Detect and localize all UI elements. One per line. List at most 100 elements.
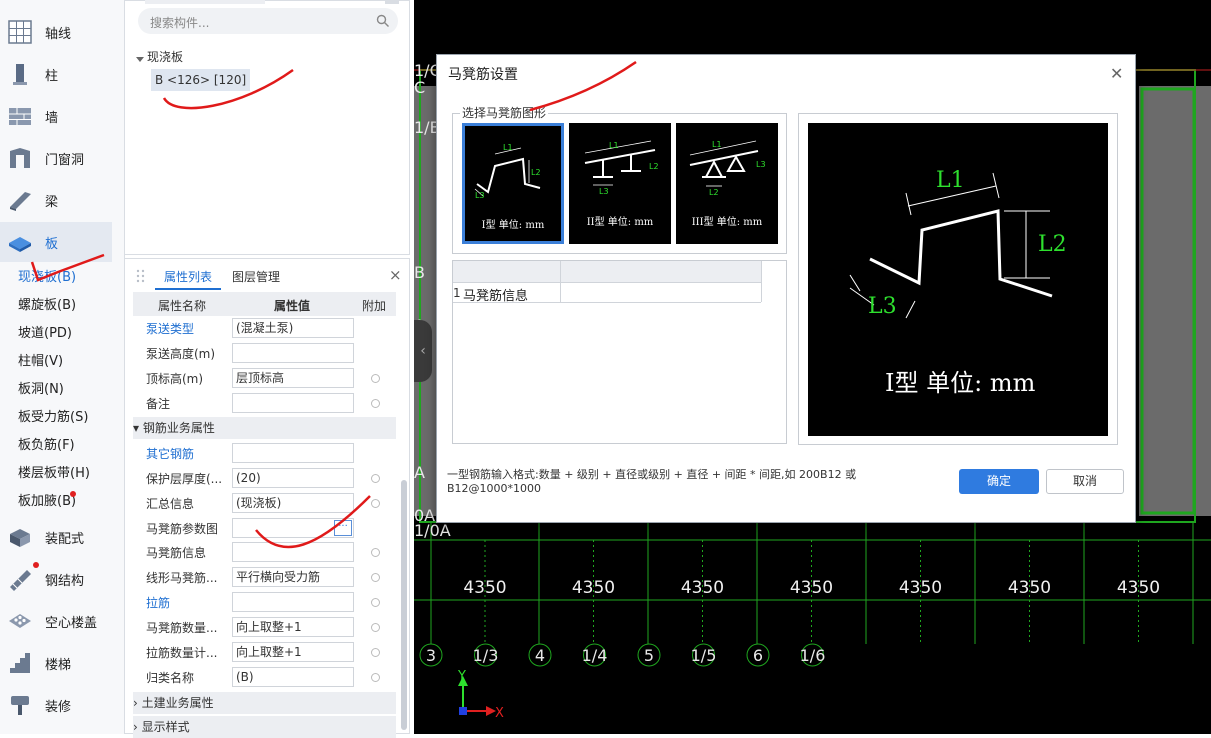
dimension-label: 4350 xyxy=(1117,578,1160,598)
tab-property-list[interactable]: 属性列表 xyxy=(164,266,212,288)
rebar-info-input[interactable] xyxy=(561,282,761,302)
sub-item-column-cap[interactable]: 柱帽(V) xyxy=(18,352,63,372)
new-badge-dot xyxy=(33,562,39,568)
nav-item-decoration[interactable]: 装修 xyxy=(0,685,112,725)
close-panel-icon[interactable]: × xyxy=(389,266,402,284)
property-value-field[interactable]: (B) xyxy=(232,667,354,687)
cancel-button[interactable]: 取消 xyxy=(1046,469,1124,494)
tree-root-cast-slab[interactable]: 现浇板 xyxy=(147,48,183,65)
attach-checkbox[interactable] xyxy=(371,548,380,557)
axis-bubble-label: 1/6 xyxy=(800,646,826,665)
axis-label-left: A xyxy=(414,463,425,482)
shape-type-1-tile[interactable]: L1 L2 L3 I型 单位: mm xyxy=(462,123,564,244)
ellipsis-button[interactable]: ··· xyxy=(334,520,352,536)
stair-icon xyxy=(7,650,33,676)
property-value-field[interactable] xyxy=(232,592,354,612)
sub-item-ramp[interactable]: 坡道(PD) xyxy=(18,324,72,344)
l1-label: L1 xyxy=(503,143,513,152)
door-window-icon xyxy=(7,145,33,171)
nav-item-door-window[interactable]: 门窗洞 xyxy=(0,138,112,178)
property-value-field[interactable] xyxy=(232,542,354,562)
shape-caption: II型 单位: mm xyxy=(586,217,654,228)
sub-item-slab-haunch[interactable]: 板加腋(B) xyxy=(18,492,76,512)
property-value-field[interactable]: (混凝土泵) xyxy=(232,318,354,338)
l2-label: L2 xyxy=(531,168,541,177)
property-name[interactable]: 泵送类型 xyxy=(146,320,194,337)
tree-expand-icon[interactable] xyxy=(136,52,144,66)
axis-bubble-label: 6 xyxy=(753,646,763,665)
sub-item-cast-slab[interactable]: 现浇板(B) xyxy=(18,268,76,288)
svg-text:L3: L3 xyxy=(599,187,609,196)
collapse-panel-handle[interactable]: ‹ xyxy=(414,320,432,382)
sub-item-spiral-slab[interactable]: 螺旋板(B) xyxy=(18,296,76,316)
preview-l2-label: L2 xyxy=(1038,232,1067,257)
property-value-field[interactable]: 层顶标高 xyxy=(232,368,354,388)
property-value-field[interactable]: (20) xyxy=(232,468,354,488)
attach-checkbox[interactable] xyxy=(371,623,380,632)
attach-checkbox[interactable] xyxy=(371,374,380,383)
axis-label-left: B xyxy=(414,263,425,282)
sub-item-slab-rebar[interactable]: 板受力筋(S) xyxy=(18,408,88,428)
nav-label: 轴线 xyxy=(45,26,72,42)
nav-label: 楼梯 xyxy=(45,657,72,673)
axis-bubble-label: 1/4 xyxy=(582,646,608,665)
attach-checkbox[interactable] xyxy=(371,598,380,607)
decoration-icon xyxy=(7,692,33,718)
sub-item-negative-rebar[interactable]: 板负筋(F) xyxy=(18,436,75,456)
property-value-field[interactable]: 平行横向受力筋 xyxy=(232,567,354,587)
property-value-field[interactable] xyxy=(232,343,354,363)
group-rebar-properties[interactable]: ▾ 钢筋业务属性 xyxy=(133,417,396,439)
svg-text:L2: L2 xyxy=(709,188,719,197)
tab-layer-management[interactable]: 图层管理 xyxy=(232,266,280,288)
property-value-field[interactable]: (现浇板) xyxy=(232,493,354,513)
nav-item-beam[interactable]: 梁 xyxy=(0,180,112,220)
sub-item-slab-hole[interactable]: 板洞(N) xyxy=(18,380,64,400)
column-icon xyxy=(7,61,33,87)
dimension-label: 4350 xyxy=(1008,578,1051,598)
property-value-field[interactable] xyxy=(232,443,354,463)
property-name: 泵送高度(m) xyxy=(146,347,216,361)
attach-checkbox[interactable] xyxy=(371,399,380,408)
nav-item-prefab[interactable]: 装配式 xyxy=(0,517,112,557)
property-value-field[interactable] xyxy=(232,393,354,413)
attach-checkbox[interactable] xyxy=(371,673,380,682)
attach-checkbox[interactable] xyxy=(371,474,380,483)
ucs-y-label: Y xyxy=(457,669,466,684)
attach-checkbox[interactable] xyxy=(371,648,380,657)
nav-item-hollow-floor[interactable]: 空心楼盖 xyxy=(0,601,112,641)
nav-item-column[interactable]: 柱 xyxy=(0,54,112,94)
nav-label: 板 xyxy=(45,236,59,252)
search-input[interactable]: 搜索构件... xyxy=(150,14,209,31)
beam-icon xyxy=(7,187,33,213)
axis-label-left: C xyxy=(414,78,425,97)
nav-item-wall[interactable]: 墙 xyxy=(0,96,112,136)
tree-item-slab-b[interactable]: B <126> [120] xyxy=(151,69,251,91)
slab-icon xyxy=(7,229,33,255)
group-civil-properties[interactable]: › 土建业务属性 xyxy=(133,692,396,714)
nav-item-slab[interactable]: 板 xyxy=(0,222,112,262)
nav-item-steel[interactable]: 钢结构 xyxy=(0,559,112,599)
axis-bubble-label: 5 xyxy=(644,646,654,665)
sub-item-slab-strip[interactable]: 楼层板带(H) xyxy=(18,464,90,484)
toolbar-strip xyxy=(385,0,399,4)
group-display-style[interactable]: › 显示样式 xyxy=(133,716,396,738)
nav-label: 梁 xyxy=(45,194,59,210)
ok-button[interactable]: 确定 xyxy=(959,469,1039,494)
attach-checkbox[interactable] xyxy=(371,499,380,508)
scrollbar[interactable] xyxy=(401,480,407,730)
attach-checkbox[interactable] xyxy=(371,573,380,582)
nav-item-stair[interactable]: 楼梯 xyxy=(0,643,112,683)
property-value-field[interactable]: 向上取整+1 xyxy=(232,642,354,662)
property-name[interactable]: 其它钢筋 xyxy=(146,445,194,462)
row-index: 1 xyxy=(453,286,461,300)
search-icon[interactable] xyxy=(376,14,390,31)
shape-type-2-tile[interactable]: L1 L2 L3 II型 单位: mm xyxy=(569,123,671,244)
close-icon[interactable]: ✕ xyxy=(1110,64,1123,83)
nav-item-axis[interactable]: 轴线 xyxy=(0,12,112,52)
property-name[interactable]: 拉筋 xyxy=(146,594,170,611)
nav-label: 空心楼盖 xyxy=(45,615,98,631)
shape-type-3-tile[interactable]: L1 L3 L2 III型 单位: mm xyxy=(676,123,778,244)
property-value-field[interactable]: 向上取整+1 xyxy=(232,617,354,637)
preview-diagram: L1 L2 L3 I型 单位: mm xyxy=(849,168,1067,397)
ucs-origin xyxy=(459,707,467,715)
